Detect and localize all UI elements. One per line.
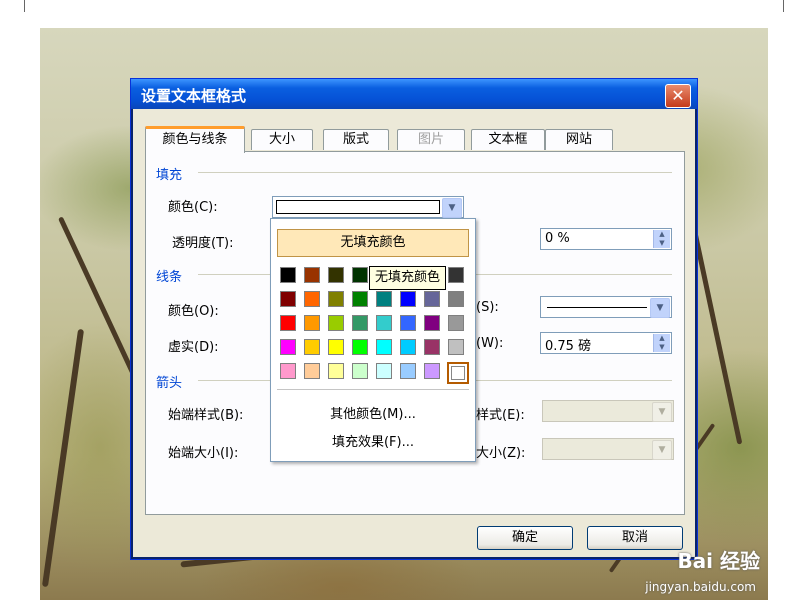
- color-swatch[interactable]: [352, 339, 368, 355]
- line-style-dropdown[interactable]: ▼: [540, 296, 672, 318]
- dialog-titlebar[interactable]: 设置文本框格式 ✕: [131, 79, 697, 109]
- color-swatch[interactable]: [400, 363, 416, 379]
- color-swatch[interactable]: [304, 291, 320, 307]
- color-swatch[interactable]: [280, 363, 296, 379]
- fill-divider: [198, 172, 672, 173]
- color-swatch[interactable]: [400, 291, 416, 307]
- color-swatch[interactable]: [304, 339, 320, 355]
- color-swatch[interactable]: [376, 339, 392, 355]
- color-picker-popup: 无填充颜色 其他颜色(M)... 填充效果(F)...: [270, 218, 476, 462]
- color-swatch[interactable]: [400, 339, 416, 355]
- end-style-label: 样式(E):: [476, 408, 525, 423]
- ok-button[interactable]: 确定: [477, 526, 573, 550]
- spinner-arrows-icon[interactable]: ▲ ▼: [653, 334, 670, 352]
- chevron-down-icon[interactable]: ▼: [650, 298, 670, 318]
- color-swatch[interactable]: [448, 267, 464, 283]
- no-fill-tooltip: 无填充颜色: [369, 266, 447, 290]
- color-swatch[interactable]: [280, 291, 296, 307]
- fill-color-preview: [276, 200, 440, 214]
- color-swatch[interactable]: [448, 339, 464, 355]
- color-swatch[interactable]: [304, 315, 320, 331]
- watermark-brand: Bai 经验: [677, 549, 760, 573]
- color-swatch[interactable]: [280, 267, 296, 283]
- tab-layout[interactable]: 版式: [323, 129, 389, 150]
- color-swatch[interactable]: [328, 267, 344, 283]
- line-weight-spinner[interactable]: 0.75 磅 ▲ ▼: [540, 332, 672, 354]
- color-swatch[interactable]: [280, 315, 296, 331]
- line-style-preview: [547, 307, 647, 308]
- color-swatch[interactable]: [328, 363, 344, 379]
- transparency-spinner[interactable]: 0 % ▲ ▼: [540, 228, 672, 250]
- end-size-label: 大小(Z):: [476, 446, 526, 461]
- cancel-button[interactable]: 取消: [587, 526, 683, 550]
- color-swatch[interactable]: [376, 291, 392, 307]
- more-colors-item[interactable]: 其他颜色(M)...: [271, 403, 475, 422]
- chevron-down-icon: ▼: [652, 440, 672, 460]
- fill-heading: 填充: [156, 168, 183, 183]
- begin-size-label: 始端大小(I):: [168, 446, 239, 461]
- color-swatch[interactable]: [448, 315, 464, 331]
- popup-separator: [277, 389, 469, 390]
- color-swatch[interactable]: [424, 339, 440, 355]
- tab-picture: 图片: [397, 129, 465, 150]
- fill-color-dropdown[interactable]: ▼: [272, 196, 464, 218]
- end-size-dropdown: ▼: [542, 438, 674, 460]
- chevron-down-icon[interactable]: ▼: [442, 198, 462, 218]
- tab-textbox[interactable]: 文本框: [471, 129, 545, 150]
- color-swatch[interactable]: [352, 291, 368, 307]
- end-style-dropdown: ▼: [542, 400, 674, 422]
- line-style-label: (S):: [476, 300, 499, 315]
- color-swatch[interactable]: [424, 315, 440, 331]
- color-swatch[interactable]: [352, 363, 368, 379]
- color-swatch[interactable]: [376, 315, 392, 331]
- line-color-label: 颜色(O):: [168, 304, 219, 319]
- watermark-url: jingyan.baidu.com: [645, 580, 756, 594]
- fill-color-label: 颜色(C):: [168, 200, 218, 215]
- color-swatch[interactable]: [448, 291, 464, 307]
- arrows-heading: 箭头: [156, 376, 183, 391]
- color-swatch[interactable]: [328, 315, 344, 331]
- color-swatch[interactable]: [352, 267, 368, 283]
- close-icon[interactable]: ✕: [665, 84, 691, 108]
- color-swatch[interactable]: [376, 363, 392, 379]
- color-swatch[interactable]: [447, 362, 469, 384]
- color-swatch[interactable]: [424, 363, 440, 379]
- tab-colors-and-lines[interactable]: 颜色与线条: [145, 126, 245, 153]
- spinner-arrows-icon[interactable]: ▲ ▼: [653, 230, 670, 248]
- fill-effects-item[interactable]: 填充效果(F)...: [271, 431, 475, 450]
- line-weight-label: (W):: [476, 336, 504, 351]
- dash-label: 虚实(D):: [168, 340, 219, 355]
- line-heading: 线条: [156, 270, 183, 285]
- color-swatch[interactable]: [352, 315, 368, 331]
- color-swatch[interactable]: [304, 363, 320, 379]
- begin-style-label: 始端样式(B):: [168, 408, 244, 423]
- tab-size[interactable]: 大小: [251, 129, 313, 150]
- tab-website[interactable]: 网站: [545, 129, 613, 150]
- no-fill-color-button[interactable]: 无填充颜色: [277, 229, 469, 257]
- transparency-value: 0 %: [545, 231, 570, 246]
- color-swatch[interactable]: [280, 339, 296, 355]
- color-swatch[interactable]: [328, 291, 344, 307]
- dialog-title: 设置文本框格式: [141, 87, 247, 105]
- document-page-edge: [24, 0, 784, 12]
- chevron-down-icon: ▼: [652, 402, 672, 422]
- color-swatch[interactable]: [424, 291, 440, 307]
- transparency-label: 透明度(T):: [172, 236, 234, 251]
- color-swatch[interactable]: [328, 339, 344, 355]
- color-swatch[interactable]: [400, 315, 416, 331]
- line-weight-value: 0.75 磅: [545, 339, 592, 354]
- color-swatch[interactable]: [304, 267, 320, 283]
